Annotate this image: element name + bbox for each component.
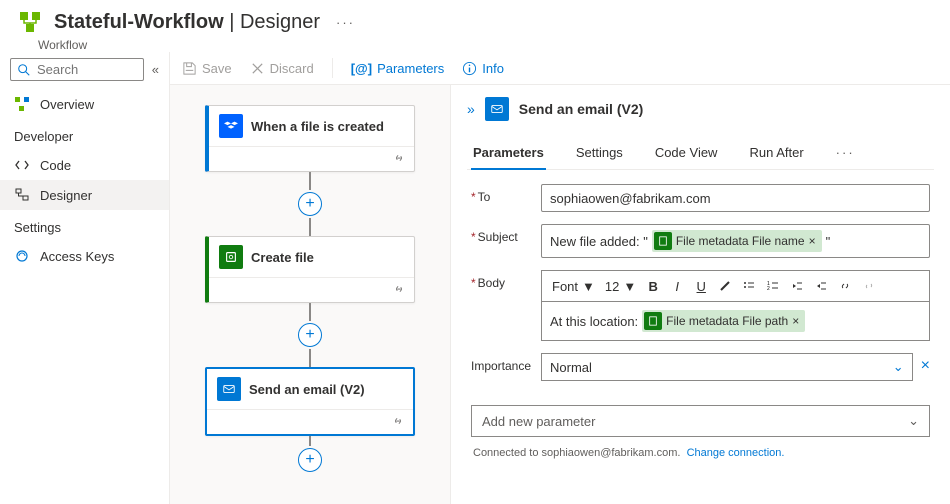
sidebar-item-access-keys[interactable]: Access Keys <box>0 241 169 271</box>
label-importance: Importance <box>471 353 541 373</box>
access-keys-icon <box>14 248 30 264</box>
remove-token-button[interactable]: × <box>792 314 799 328</box>
tab-parameters[interactable]: Parameters <box>471 137 546 170</box>
add-parameter-dropdown[interactable]: Add new parameter ⌄ <box>471 405 930 437</box>
number-list-button[interactable]: 12 <box>762 275 784 297</box>
bullet-list-button[interactable] <box>738 275 760 297</box>
chevron-down-icon: ⌄ <box>908 413 919 429</box>
designer-canvas: When a file is created + Create file <box>170 85 450 504</box>
outlook-icon <box>485 97 509 121</box>
info-button[interactable]: Info <box>462 61 504 76</box>
save-icon <box>182 61 197 76</box>
bold-button[interactable]: B <box>642 275 664 297</box>
rte-toolbar: Font ▼ 12▼ B I U 12 <box>541 270 930 301</box>
italic-button[interactable]: I <box>666 275 688 297</box>
search-icon <box>17 63 31 77</box>
font-size-selector[interactable]: 12▼ <box>601 279 640 294</box>
parameters-button[interactable]: [@] Parameters <box>351 61 445 76</box>
body-field[interactable]: At this location: File metadata File pat… <box>541 301 930 341</box>
properties-panel: » Send an email (V2) Parameters Settings… <box>450 85 950 504</box>
tabs-more-button[interactable]: ··· <box>834 137 857 169</box>
save-button[interactable]: Save <box>182 61 232 76</box>
step-when-file-created[interactable]: When a file is created <box>205 105 415 172</box>
subject-field[interactable]: New file added: " File metadata File nam… <box>541 224 930 258</box>
clear-importance-button[interactable]: × <box>921 353 930 375</box>
indent-button[interactable] <box>810 275 832 297</box>
link-button[interactable] <box>834 275 856 297</box>
info-icon <box>462 61 477 76</box>
tab-settings[interactable]: Settings <box>574 137 625 169</box>
page-header: Stateful-Workflow | Designer ··· <box>0 0 950 40</box>
tab-run-after[interactable]: Run After <box>747 137 805 169</box>
search-input[interactable] <box>10 58 144 81</box>
tab-code-view[interactable]: Code View <box>653 137 720 169</box>
add-step-button[interactable]: + <box>298 192 322 216</box>
designer-icon <box>14 187 30 203</box>
overview-icon <box>14 96 30 112</box>
importance-selector[interactable]: Normal ⌄ <box>541 353 913 381</box>
discard-icon <box>250 61 265 76</box>
sidebar: « Overview Developer Code Designer Setti… <box>0 52 170 504</box>
link-icon <box>391 414 405 428</box>
file-icon <box>654 232 672 250</box>
label-body: *Body <box>471 270 541 290</box>
link-icon <box>392 151 406 165</box>
token-file-name[interactable]: File metadata File name × <box>652 230 822 252</box>
svg-text:2: 2 <box>767 286 770 292</box>
dropbox-icon <box>219 114 243 138</box>
panel-title: Send an email (V2) <box>519 101 643 117</box>
workflow-icon <box>16 8 44 36</box>
change-connection-link[interactable]: Change connection. <box>687 447 785 459</box>
parameters-icon: [@] <box>351 61 372 76</box>
underline-button[interactable]: U <box>690 275 712 297</box>
code-icon <box>14 157 30 173</box>
unlink-button[interactable] <box>858 275 880 297</box>
sidebar-header-developer: Developer <box>0 119 169 150</box>
add-step-button[interactable]: + <box>298 323 322 347</box>
connection-info: Connected to sophiaowen@fabrikam.com. Ch… <box>467 441 934 459</box>
chevron-down-icon: ⌄ <box>893 359 904 375</box>
panel-collapse-button[interactable]: » <box>467 101 475 117</box>
token-file-path[interactable]: File metadata File path × <box>642 310 805 332</box>
outlook-icon <box>217 377 241 401</box>
add-step-button[interactable]: + <box>298 448 322 472</box>
color-button[interactable] <box>714 275 736 297</box>
step-send-email[interactable]: Send an email (V2) <box>205 367 415 436</box>
remove-token-button[interactable]: × <box>809 234 816 248</box>
label-subject: *Subject <box>471 224 541 244</box>
sidebar-item-designer[interactable]: Designer <box>0 180 169 210</box>
link-icon <box>392 282 406 296</box>
panel-tabs: Parameters Settings Code View Run After … <box>467 137 934 170</box>
to-field[interactable]: sophiaowen@fabrikam.com <box>541 184 930 212</box>
onedrive-icon <box>219 245 243 269</box>
sidebar-item-code[interactable]: Code <box>0 150 169 180</box>
font-selector[interactable]: Font ▼ <box>548 279 599 294</box>
sidebar-header-settings: Settings <box>0 210 169 241</box>
toolbar: Save Discard [@] Parameters Info <box>170 52 950 84</box>
page-title: Stateful-Workflow | Designer <box>54 11 320 34</box>
sidebar-collapse-button[interactable]: « <box>152 62 159 77</box>
page-subtitle: Workflow <box>38 38 950 52</box>
sidebar-item-overview[interactable]: Overview <box>0 89 169 119</box>
file-icon <box>644 312 662 330</box>
step-create-file[interactable]: Create file <box>205 236 415 303</box>
header-more-button[interactable]: ··· <box>336 15 355 30</box>
discard-button[interactable]: Discard <box>250 61 314 76</box>
outdent-button[interactable] <box>786 275 808 297</box>
label-to: *To <box>471 184 541 204</box>
